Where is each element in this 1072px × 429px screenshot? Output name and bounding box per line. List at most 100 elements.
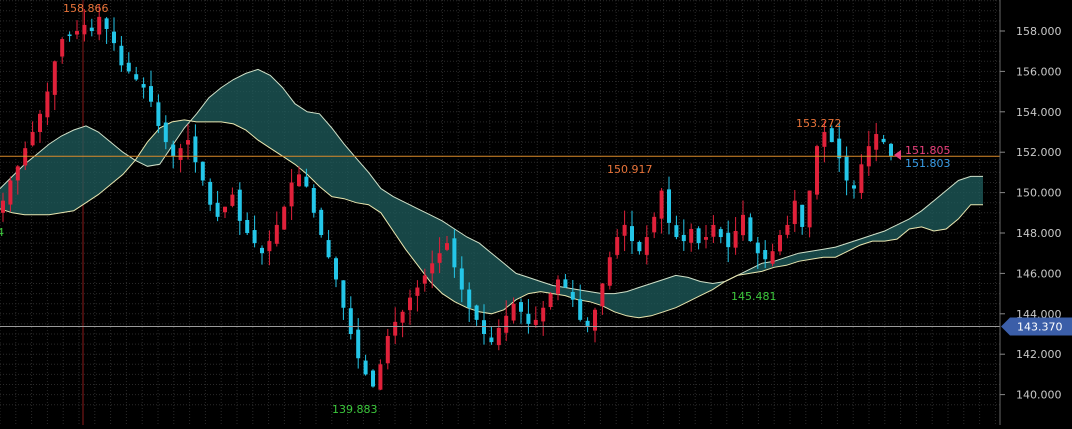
candle-bullish [659,190,664,219]
candle-bearish [800,204,805,227]
candle-bearish [363,360,368,375]
candle-bearish [319,209,324,236]
price-chart[interactable]: 140.000 142.000 144.000 146.000 148.000 150.0… [0,0,1072,425]
chart-canvas[interactable]: 140.000142.000144.000146.000148.000150.0… [0,0,1072,425]
candle-bullish [770,251,775,264]
candle-bullish [600,283,605,307]
annotation-high: 158.866 [63,2,109,15]
candle-bullish [297,174,301,187]
candle-bullish [859,164,864,193]
partial-edge-label: 4 [0,226,4,239]
candle-bullish [644,237,649,255]
candle-bullish [422,275,427,284]
candle-bullish [622,224,627,236]
candle-bullish [556,279,560,294]
candle-bearish [681,234,686,242]
current-price-label: 143.370 [1017,321,1063,334]
candle-bearish [208,181,213,205]
candle-bearish [763,250,768,260]
candle-bullish [30,132,35,146]
price-axis-label: 158.000 [1016,25,1062,38]
price-axis-label: 150.000 [1016,187,1062,200]
candle-bullish [815,146,819,195]
price-axis-label: 146.000 [1016,267,1062,280]
candle-bearish [474,305,479,320]
candle-bullish [97,16,102,35]
candle-bearish [696,228,701,244]
candle-bearish [245,219,250,233]
price-axis-label: 152.000 [1016,146,1062,159]
candle-bullish [52,61,57,95]
candle-bearish [356,329,361,359]
candle-bearish [852,185,856,189]
candle-bearish [630,226,634,242]
candle-bearish [829,128,834,143]
candle-bullish [615,237,620,255]
candle-bearish [748,217,753,242]
candle-bearish [341,280,346,308]
candle-bearish [563,279,568,288]
candle-bullish [408,297,412,311]
candle-bearish [482,320,486,334]
candle-bullish [415,287,420,296]
candle-bearish [371,370,375,387]
candle-bullish [533,319,538,325]
candle-bullish [38,113,42,133]
candle-bearish [126,62,131,72]
candle-bearish [334,258,338,280]
candle-bullish [267,241,272,252]
candle-bearish [467,289,472,308]
candle-bearish [141,84,146,88]
candle-bearish [193,136,198,163]
candle-bullish [741,214,745,236]
candle-bullish [807,190,812,228]
candle-bullish [400,311,405,323]
price-axis-label: 142.000 [1016,348,1062,361]
candle-bearish [519,302,523,312]
candle-bullish [282,206,287,230]
candle-bearish [260,247,264,254]
candle-bearish [637,241,642,252]
candle-bearish [674,225,679,238]
candle-bearish [452,238,457,268]
candle-bullish [393,321,398,336]
candle-bullish [778,235,782,252]
candle-bearish [89,27,94,31]
chart-background [0,0,1072,425]
candle-bearish [200,161,205,181]
candle-bullish [504,315,509,333]
candle-bullish [186,140,190,145]
candle-bearish [348,308,353,334]
price-axis-label: 154.000 [1016,106,1062,119]
candle-bearish [326,240,331,258]
candle-bearish [67,34,72,36]
candle-bullish [511,303,516,321]
candle-bearish [149,86,153,102]
candle-bearish [134,74,139,80]
candle-bearish [215,202,220,217]
candle-bullish [541,307,546,322]
candle-bullish [60,39,65,57]
candle-bearish [578,299,583,320]
candle-bullish [874,134,879,150]
candle-bearish [252,230,257,244]
candle-bullish [385,336,390,364]
candle-bullish [792,200,797,225]
candle-bullish [437,253,442,263]
last-ask-label: 151.803 [905,157,951,170]
annotation-low: 139.883 [332,403,378,416]
candle-bullish [785,224,790,235]
candle-bearish [112,31,116,44]
candle-bullish [1,200,5,213]
price-axis-label: 156.000 [1016,65,1062,78]
candle-bearish [304,176,309,187]
price-axis-label: 148.000 [1016,227,1062,240]
candle-bullish [378,364,383,390]
candle-bearish [119,45,124,66]
candle-bearish [163,122,168,143]
candle-bearish [881,138,886,143]
candle-bearish [726,232,731,248]
candle-bullish [230,194,235,206]
last-bid-label: 151.805 [905,144,951,157]
annotation-low: 145.481 [731,290,777,303]
